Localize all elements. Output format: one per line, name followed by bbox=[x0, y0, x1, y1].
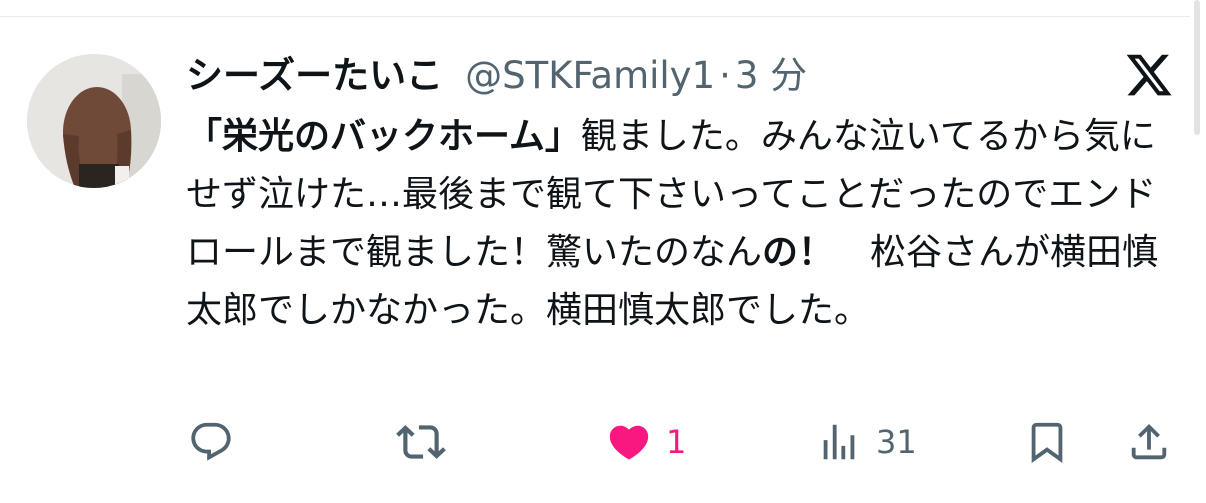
tweet-header: シーズーたいこ @STKFamily1 · 3 分 bbox=[186, 52, 807, 100]
share-icon bbox=[1131, 423, 1167, 460]
views-button[interactable]: 31 bbox=[816, 412, 917, 472]
timestamp[interactable]: 3 分 bbox=[735, 52, 807, 100]
tweet-text: 「栄光のバックホーム」観ました。みんな泣いてるから気にせず泣けた…最後まで観て下… bbox=[186, 108, 1176, 340]
avatar[interactable] bbox=[27, 54, 161, 188]
views-icon bbox=[823, 424, 855, 460]
bookmark-icon bbox=[1031, 422, 1063, 463]
views-count: 31 bbox=[876, 423, 917, 461]
display-name[interactable]: シーズーたいこ bbox=[186, 52, 443, 100]
action-bar: 1 31 bbox=[0, 412, 1206, 472]
quote-title: 「栄光のバックホーム」 bbox=[186, 116, 581, 157]
like-count: 1 bbox=[666, 423, 687, 461]
bookmark-button[interactable] bbox=[1024, 412, 1070, 472]
user-handle[interactable]: @STKFamily1 bbox=[465, 52, 715, 100]
repost-icon bbox=[396, 425, 446, 459]
avatar-image bbox=[27, 54, 161, 188]
x-logo-icon[interactable] bbox=[1124, 50, 1174, 100]
share-button[interactable] bbox=[1126, 412, 1172, 472]
top-divider bbox=[0, 16, 1190, 17]
heart-icon bbox=[609, 425, 649, 460]
reply-button[interactable] bbox=[188, 412, 234, 472]
separator-dot: · bbox=[719, 54, 731, 97]
repost-button[interactable] bbox=[396, 412, 446, 472]
tweet-card[interactable]: シーズーたいこ @STKFamily1 · 3 分 「栄光のバックホーム」観まし… bbox=[0, 0, 1206, 503]
reply-icon bbox=[191, 422, 231, 461]
scrollbar[interactable] bbox=[1194, 0, 1200, 135]
like-button[interactable]: 1 bbox=[606, 412, 686, 472]
tweet-text-bold: の！ bbox=[762, 232, 835, 273]
